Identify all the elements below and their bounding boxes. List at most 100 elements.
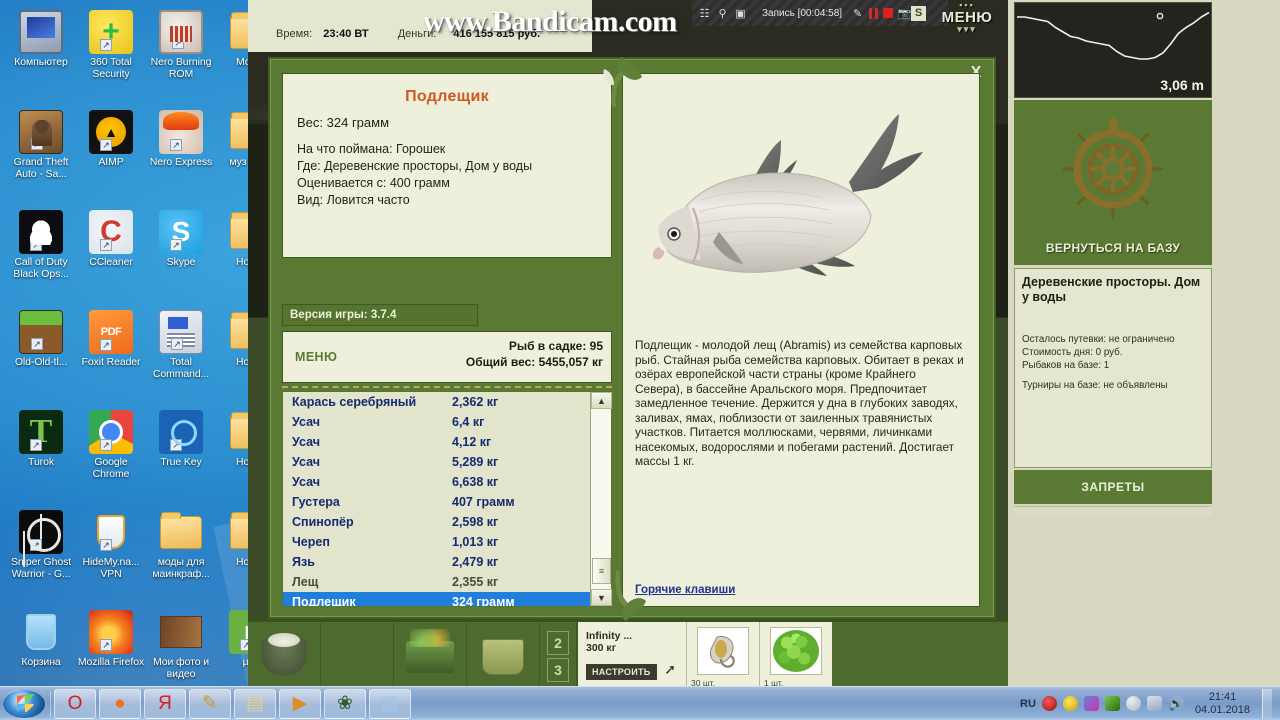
- location-title: Деревенские просторы. Дом у воды: [1022, 275, 1201, 304]
- catch-list[interactable]: Карась серебряный 2,362 кг Усач 6,4 кг Усач 4…: [283, 392, 590, 606]
- desktop-icon-computer[interactable]: Компьютер: [6, 4, 76, 102]
- menu-label[interactable]: МЕНЮ: [295, 350, 337, 364]
- tray-cube-icon[interactable]: [1104, 696, 1120, 711]
- desktop-icon-turok[interactable]: ↗ Turok: [6, 404, 76, 502]
- inventory-item-lure[interactable]: 30 шт.: [686, 622, 759, 690]
- firefox-taskbar-icon[interactable]: ●: [99, 688, 141, 719]
- return-to-base-panel[interactable]: ВЕРНУТЬСЯ НА БАЗУ: [1014, 100, 1212, 265]
- desktop-icon-folder-open[interactable]: моды для маинкраф...: [146, 504, 216, 602]
- inventory-item-bait[interactable]: 1 шт.: [759, 622, 832, 690]
- rod-setup-button[interactable]: НАСТРОИТЬ: [586, 664, 657, 680]
- desktop-icon-nero-express[interactable]: ↗ Nero Express: [146, 104, 216, 202]
- tray-update-icon[interactable]: [1125, 696, 1141, 711]
- pdf-icon: ↗: [89, 310, 133, 354]
- desktop-icon-label: Total Command...: [152, 356, 210, 380]
- toolbar-slot-bucket[interactable]: [467, 622, 540, 692]
- hotkeys-link[interactable]: Горячие клавиши: [635, 584, 735, 596]
- desktop-icon-nero-disc[interactable]: ↗ Nero Burning ROM: [146, 4, 216, 102]
- fish-weight-label: Вес:: [297, 115, 324, 130]
- tray-security-icon[interactable]: [1062, 696, 1078, 711]
- catch-list-row[interactable]: Усач 4,12 кг: [283, 432, 590, 452]
- show-desktop-button[interactable]: [1262, 688, 1272, 719]
- catch-list-row[interactable]: Усач 5,289 кг: [283, 452, 590, 472]
- catch-name: Лещ: [292, 575, 319, 589]
- desktop-icon-ccleaner[interactable]: ↗ CCleaner: [76, 204, 146, 302]
- catch-list-scrollbar[interactable]: ▲ ≡ ▼: [590, 392, 612, 606]
- desktop-icon-skull[interactable]: ↗ Call of Duty Black Ops...: [6, 204, 76, 302]
- keepnet-summary-card: МЕНЮ Рыб в садке: 95 Общий вес: 5455,057…: [282, 331, 612, 383]
- active-rod-card[interactable]: Infinity ... 300 кг НАСТРОИТЬ ➚: [576, 622, 686, 690]
- media-player-taskbar-icon[interactable]: ▶: [279, 688, 321, 719]
- explorer-taskbar-icon[interactable]: ▤: [234, 688, 276, 719]
- catch-list-row[interactable]: Густера 407 грамм: [283, 492, 590, 512]
- desktop-icon-pdf[interactable]: ↗ Foxit Reader: [76, 304, 146, 402]
- paint-taskbar-icon[interactable]: ✎: [189, 688, 231, 719]
- language-indicator[interactable]: RU: [1020, 698, 1036, 710]
- pencil-icon[interactable]: ✎: [851, 7, 864, 20]
- catch-list-row[interactable]: Усач 6,4 кг: [283, 412, 590, 432]
- desktop-icon-crosshair[interactable]: ↗ Sniper Ghost Warrior - G...: [6, 504, 76, 602]
- folder-shape: [160, 511, 202, 549]
- yandex-taskbar-icon[interactable]: Я: [144, 688, 186, 719]
- desktop-icon-gta[interactable]: ↗ Grand Theft Auto - Sa...: [6, 104, 76, 202]
- catch-list-row[interactable]: Язь 2,479 кг: [283, 552, 590, 572]
- catch-name: Язь: [292, 555, 315, 569]
- steam-overlay-icon[interactable]: S: [911, 6, 926, 21]
- opera-taskbar-icon[interactable]: O: [54, 688, 96, 719]
- toolbar-slot-empty-1[interactable]: [321, 622, 394, 692]
- tray-app-icon[interactable]: [1083, 696, 1099, 711]
- desktop-icon-vpn-shield[interactable]: ↗ HideMy.na... VPN: [76, 504, 146, 602]
- butterfly-taskbar-icon[interactable]: ❀: [324, 688, 366, 719]
- desktop-icon-minecraft[interactable]: ↗ Old-Old-tl...: [6, 304, 76, 402]
- region-capture-icon[interactable]: ▣: [734, 7, 747, 20]
- desktop-icon-truekey[interactable]: ↗ True Key: [146, 404, 216, 502]
- catch-list-row[interactable]: Карась серебряный 2,362 кг: [283, 392, 590, 412]
- rod-slot-number[interactable]: 3: [547, 657, 569, 682]
- notes-taskbar-icon[interactable]: ▧: [369, 688, 411, 719]
- taskbar-clock[interactable]: 21:41 04.01.2018: [1189, 691, 1256, 717]
- toolbar-slot-pot[interactable]: [248, 622, 321, 692]
- ship-wheel-icon: [1063, 118, 1163, 219]
- pause-icon[interactable]: [869, 7, 879, 19]
- aimp-icon: ↗: [89, 110, 133, 154]
- desktop-icon-floppy[interactable]: ↗ Total Command...: [146, 304, 216, 402]
- scroll-down-arrow-icon[interactable]: ▼: [591, 589, 612, 606]
- desktop-icon-skype[interactable]: ↗ Skype: [146, 204, 216, 302]
- tray-network-icon[interactable]: [1146, 696, 1162, 711]
- hud-filler: [1014, 506, 1212, 516]
- scrollbar-thumb[interactable]: ≡: [592, 558, 611, 584]
- location-info-card: Деревенские просторы. Дом у воды Осталос…: [1014, 268, 1212, 468]
- catch-list-row[interactable]: Череп 1,013 кг: [283, 532, 590, 552]
- toolbar-slot-basket[interactable]: [394, 622, 467, 692]
- catch-list-row[interactable]: Лещ 2,355 кг: [283, 572, 590, 592]
- shortcut-arrow-icon: ↗: [171, 338, 183, 350]
- start-button[interactable]: [2, 688, 46, 719]
- stop-icon[interactable]: [883, 8, 894, 18]
- camera-icon[interactable]: 📷: [898, 7, 912, 20]
- system-tray: RU 🔊 21:41 04.01.2018: [1020, 688, 1280, 719]
- bandicam-recorder-bar[interactable]: ☷ ⚲ ▣ Запись [00:04:58] ✎ 📷 ✕: [692, 0, 948, 26]
- catch-list-row[interactable]: Спинопёр 2,598 кг: [283, 512, 590, 532]
- rod-slot-numbers: 23: [540, 622, 576, 690]
- tray-record-icon[interactable]: [1041, 696, 1057, 711]
- bans-button[interactable]: ЗАПРЕТЫ: [1014, 470, 1212, 504]
- fish-detail-label: На что поймана:: [297, 142, 397, 156]
- return-to-base-label[interactable]: ВЕРНУТЬСЯ НА БАЗУ: [1014, 241, 1212, 255]
- desktop-icon-chrome[interactable]: ↗ Google Chrome: [76, 404, 146, 502]
- scroll-up-arrow-icon[interactable]: ▲: [591, 392, 612, 409]
- catch-list-row[interactable]: Усач 6,638 кг: [283, 472, 590, 492]
- windows-logo-icon: [16, 694, 34, 713]
- skull-icon: ↗: [19, 210, 63, 254]
- catch-list-row[interactable]: Подлещик 324 грамм: [283, 592, 590, 606]
- rod-slot-number[interactable]: 2: [547, 630, 569, 655]
- desktop-icon-shield-plus[interactable]: ↗ 360 Total Security: [76, 4, 146, 102]
- tray-volume-icon[interactable]: 🔊: [1168, 696, 1184, 711]
- desktop-icon-aimp[interactable]: ↗ AIMP: [76, 104, 146, 202]
- shortcut-arrow-icon: ↗: [172, 37, 184, 49]
- window-capture-icon[interactable]: ☷: [698, 7, 711, 20]
- catch-name: Густера: [292, 495, 340, 509]
- magnifier-icon[interactable]: ⚲: [716, 7, 729, 20]
- game-bottom-toolbar: 23 Infinity ... 300 кг НАСТРОИТЬ ➚ 30 шт…: [248, 620, 1008, 692]
- desktop-icon-label: Foxit Reader: [81, 356, 141, 368]
- game-menu-button[interactable]: ▪▪▪ МЕНЮ ▾▾▾: [936, 1, 998, 34]
